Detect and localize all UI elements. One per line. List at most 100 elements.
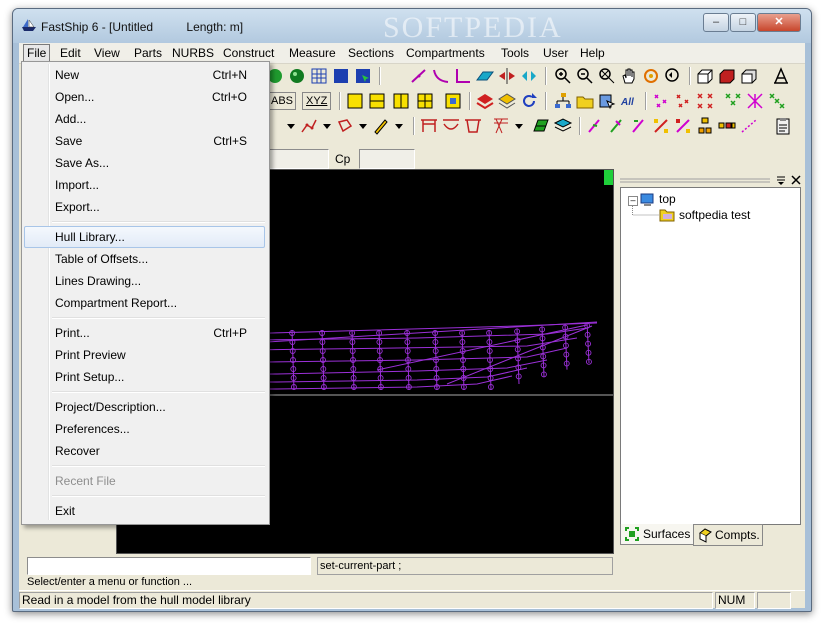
- menu-item-new[interactable]: New Ctrl+N: [24, 64, 265, 86]
- all-pencil-icon[interactable]: [371, 116, 391, 136]
- minimize-button[interactable]: –: [703, 13, 729, 32]
- percent-alt-icon[interactable]: [673, 116, 693, 136]
- maximize-button[interactable]: □: [730, 13, 756, 32]
- trace-icon[interactable]: [739, 116, 759, 136]
- split-quad-icon[interactable]: [415, 91, 435, 111]
- points-magenta-icon[interactable]: [651, 91, 671, 111]
- panel-close-icon[interactable]: [790, 174, 802, 186]
- yellow-frame-icon[interactable]: [345, 91, 365, 111]
- dropdown-arrow-icon[interactable]: [389, 116, 409, 136]
- surface-green-icon[interactable]: [531, 116, 551, 136]
- mirror-icon[interactable]: [497, 66, 517, 86]
- clipboard-icon[interactable]: [773, 116, 793, 136]
- menu-item-project-description[interactable]: Project/Description...: [24, 396, 265, 418]
- polyline-icon[interactable]: [299, 116, 319, 136]
- tree-expander[interactable]: –: [628, 196, 638, 206]
- hierarchy-icon[interactable]: [553, 91, 573, 111]
- draw-line-icon[interactable]: [409, 66, 429, 86]
- zoom-previous-icon[interactable]: [663, 66, 683, 86]
- menu-parts[interactable]: Parts: [131, 45, 165, 61]
- pan-hand-icon[interactable]: [619, 66, 639, 86]
- menu-measure[interactable]: Measure: [286, 45, 339, 61]
- menu-file[interactable]: File: [23, 44, 51, 62]
- box-front-icon[interactable]: [739, 66, 759, 86]
- menu-item-compartment-report[interactable]: Compartment Report...: [24, 292, 265, 314]
- abs-button[interactable]: ABS: [268, 92, 297, 110]
- zoom-in-icon[interactable]: [553, 66, 573, 86]
- menu-item-hull-library[interactable]: Hull Library...: [24, 226, 265, 248]
- command-input[interactable]: [27, 557, 311, 575]
- sphere-shaded-icon[interactable]: [287, 66, 307, 86]
- part-select-icon[interactable]: [597, 91, 617, 111]
- frame-select-icon[interactable]: [443, 91, 463, 111]
- menu-item-save[interactable]: Save Ctrl+S: [24, 130, 265, 152]
- menu-item-open[interactable]: Open... Ctrl+O: [24, 86, 265, 108]
- plane-icon[interactable]: [475, 66, 495, 86]
- tab-compts[interactable]: Compts.: [693, 524, 763, 546]
- points-cross-icon[interactable]: [745, 91, 765, 111]
- zoom-fit-icon[interactable]: [597, 66, 617, 86]
- dropdown-arrow-icon[interactable]: [317, 116, 337, 136]
- menu-help[interactable]: Help: [577, 45, 608, 61]
- rotate-icon[interactable]: [641, 66, 661, 86]
- menu-user[interactable]: User: [540, 45, 571, 61]
- cp-field[interactable]: [359, 149, 415, 169]
- menu-item-table-of-offsets[interactable]: Table of Offsets...: [24, 248, 265, 270]
- menu-item-save-as[interactable]: Save As...: [24, 152, 265, 174]
- menu-item-print[interactable]: Print... Ctrl+P: [24, 322, 265, 344]
- curve-icon[interactable]: [431, 66, 451, 86]
- all-parts-icon[interactable]: All: [619, 91, 639, 111]
- menu-item-print-preview[interactable]: Print Preview: [24, 344, 265, 366]
- fill-surface-icon[interactable]: [331, 66, 351, 86]
- viewport-corner-handle[interactable]: [604, 170, 613, 185]
- refresh-icon[interactable]: [519, 91, 539, 111]
- xyz-button[interactable]: XYZ: [302, 92, 332, 110]
- tab-surfaces[interactable]: Surfaces: [620, 524, 694, 545]
- station-icon[interactable]: [419, 116, 439, 136]
- split-horizontal-icon[interactable]: [367, 91, 387, 111]
- dropdown-arrow-icon[interactable]: [509, 116, 529, 136]
- grid-icon[interactable]: [309, 66, 329, 86]
- loop-icon[interactable]: [335, 116, 355, 136]
- pen-multi-icon[interactable]: [629, 116, 649, 136]
- blocks-row-icon[interactable]: [717, 116, 737, 136]
- menu-edit[interactable]: Edit: [57, 45, 84, 61]
- menu-tools[interactable]: Tools: [498, 45, 532, 61]
- percent-icon[interactable]: [651, 116, 671, 136]
- split-vertical-icon[interactable]: [391, 91, 411, 111]
- menu-item-import[interactable]: Import...: [24, 174, 265, 196]
- sections-grid-icon[interactable]: [491, 116, 511, 136]
- dropdown-arrow-icon[interactable]: [281, 116, 301, 136]
- menu-nurbs[interactable]: NURBS: [169, 45, 217, 61]
- menu-item-add[interactable]: Add...: [24, 108, 265, 130]
- flip-icon[interactable]: [519, 66, 539, 86]
- tree-root-label[interactable]: top: [659, 192, 676, 206]
- blocks-icon[interactable]: [695, 116, 715, 136]
- value-field[interactable]: [267, 149, 329, 169]
- folder-part-icon[interactable]: [575, 91, 595, 111]
- points-green-icon[interactable]: [723, 91, 743, 111]
- points-diag-icon[interactable]: [767, 91, 787, 111]
- select-surface-icon[interactable]: [353, 66, 373, 86]
- points-red-icon[interactable]: [673, 91, 693, 111]
- box-shaded-icon[interactable]: [717, 66, 737, 86]
- menu-item-recover[interactable]: Recover: [24, 440, 265, 462]
- menu-view[interactable]: View: [91, 45, 123, 61]
- buttock-icon[interactable]: [463, 116, 483, 136]
- panel-grip[interactable]: [620, 178, 770, 184]
- points-grid-icon[interactable]: [695, 91, 715, 111]
- zoom-out-icon[interactable]: [575, 66, 595, 86]
- menu-item-export[interactable]: Export...: [24, 196, 265, 218]
- menu-construct[interactable]: Construct: [220, 45, 277, 61]
- menu-item-exit[interactable]: Exit: [24, 500, 265, 522]
- dropdown-arrow-icon[interactable]: [353, 116, 373, 136]
- pen-magenta-icon[interactable]: [585, 116, 605, 136]
- stack-red-icon[interactable]: [475, 91, 495, 111]
- corner-line-icon[interactable]: [453, 66, 473, 86]
- menu-item-preferences[interactable]: Preferences...: [24, 418, 265, 440]
- menu-compartments[interactable]: Compartments: [403, 45, 488, 61]
- box-view-icon[interactable]: [695, 66, 715, 86]
- menu-sections[interactable]: Sections: [345, 45, 397, 61]
- surface-stack-icon[interactable]: [553, 116, 573, 136]
- section-a-icon[interactable]: [771, 66, 791, 86]
